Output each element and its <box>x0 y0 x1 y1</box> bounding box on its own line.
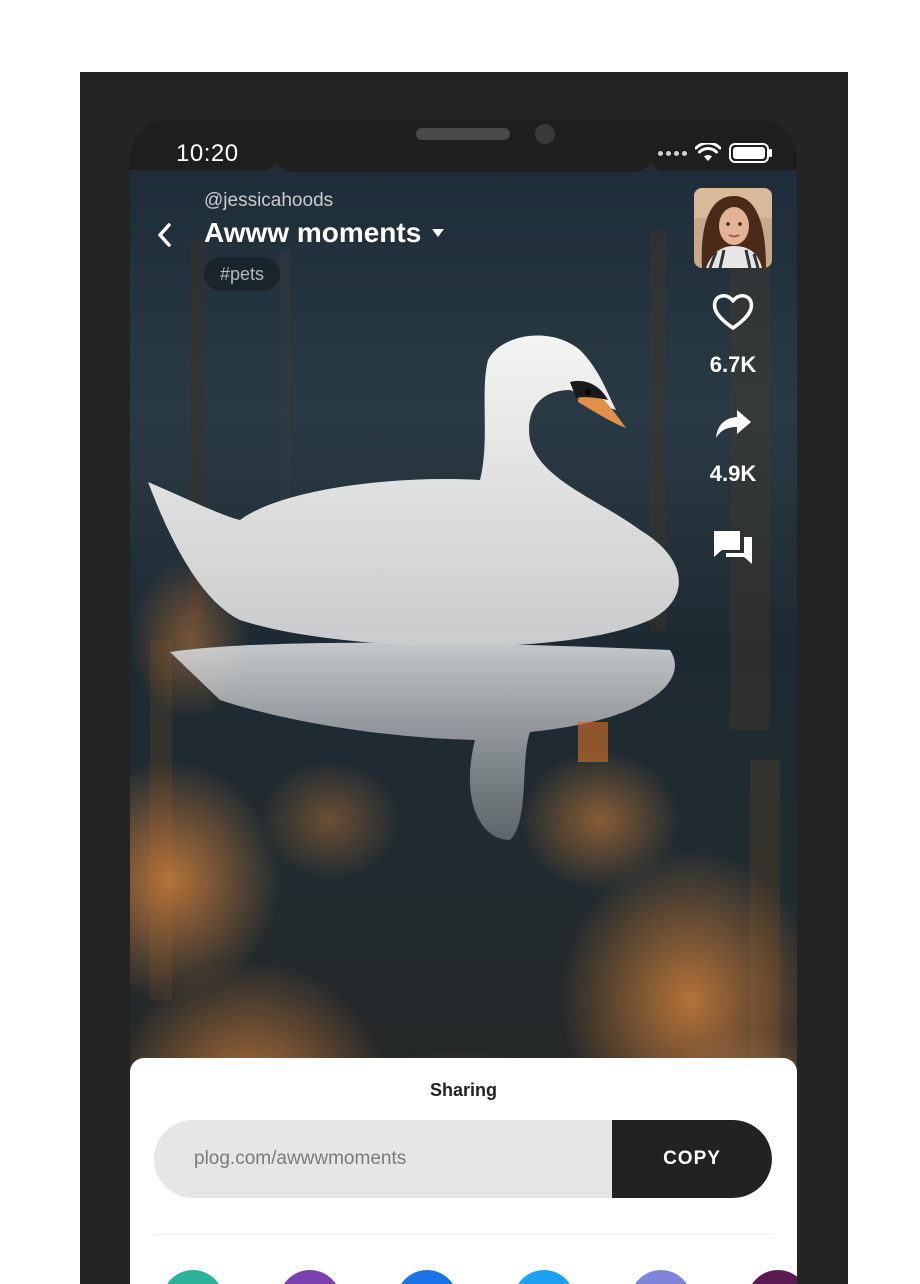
share-count: 4.9K <box>709 461 757 486</box>
share-sheet-title: Sharing <box>429 1080 497 1100</box>
divider <box>154 1234 772 1235</box>
share-arrow-icon <box>716 410 751 438</box>
username[interactable]: @jessicahoods <box>204 190 333 212</box>
share-sheet: Sharing COPY <box>130 1058 797 1284</box>
comments-button[interactable] <box>708 528 758 570</box>
share-target-periwinkle[interactable] <box>630 1270 692 1284</box>
caret-down-icon <box>432 229 445 237</box>
tag-chip[interactable]: #pets <box>204 257 281 291</box>
speaker-grille <box>416 128 510 140</box>
share-target-plum[interactable] <box>747 1270 797 1284</box>
share-link-field: COPY <box>154 1120 772 1198</box>
page-title: Awww moments <box>204 217 422 248</box>
front-camera <box>535 124 555 144</box>
share-link-input[interactable] <box>154 1120 612 1198</box>
like-count: 6.7K <box>709 352 757 377</box>
avatar[interactable] <box>694 188 772 268</box>
wifi-icon <box>695 143 721 161</box>
comments-icon <box>714 531 752 564</box>
like-button[interactable] <box>708 292 758 334</box>
share-target-blue[interactable] <box>396 1270 458 1284</box>
status-time: 10:20 <box>176 140 239 167</box>
device-frame: 10:20 @jessicahoods Awww moments #pets 6… <box>80 72 848 1284</box>
signal-icon <box>658 150 687 156</box>
share-target-skyblue[interactable] <box>513 1270 575 1284</box>
share-target-purple[interactable] <box>279 1270 341 1284</box>
status-icons <box>658 142 773 164</box>
notch <box>270 120 658 172</box>
share-button[interactable] <box>710 408 756 444</box>
copy-button[interactable]: COPY <box>612 1120 772 1198</box>
back-button[interactable] <box>150 218 180 252</box>
share-targets <box>130 1270 797 1284</box>
battery-icon <box>729 143 772 163</box>
chevron-left-icon <box>158 223 171 247</box>
phone-screen: 10:20 @jessicahoods Awww moments #pets 6… <box>130 120 797 1284</box>
heart-icon <box>712 294 754 330</box>
title-dropdown[interactable]: Awww moments <box>204 217 445 249</box>
share-target-teal[interactable] <box>162 1270 224 1284</box>
